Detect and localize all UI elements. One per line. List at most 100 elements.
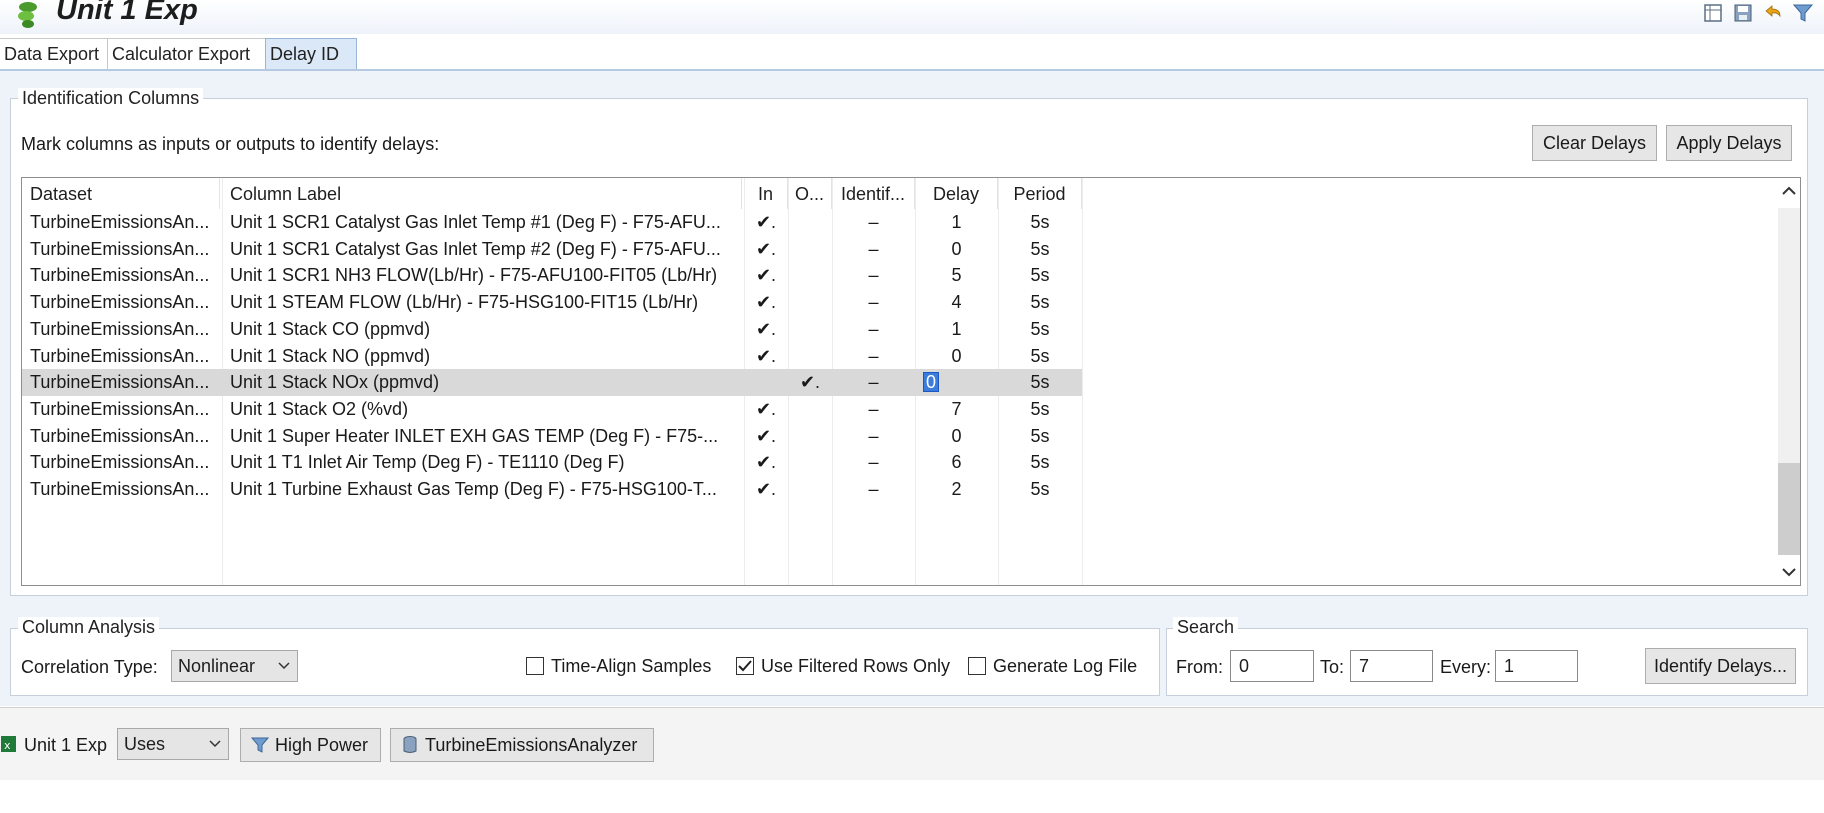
cell-identified: – bbox=[868, 318, 879, 339]
excel-icon: x bbox=[1, 736, 16, 752]
from-input[interactable]: 0 bbox=[1230, 650, 1314, 682]
workbook-label: Unit 1 Exp bbox=[24, 735, 108, 755]
table-row[interactable]: TurbineEmissionsAn... Unit 1 Super Heater… bbox=[22, 423, 1082, 450]
cell-delay[interactable]: 1 bbox=[915, 209, 998, 236]
tab-delay-id[interactable]: Delay ID bbox=[265, 38, 357, 70]
cell-column-label: Unit 1 STEAM FLOW (Lb/Hr) - F75-HSG100-F… bbox=[230, 292, 699, 313]
identify-delays-button[interactable]: Identify Delays... bbox=[1645, 648, 1796, 684]
every-label: Every: bbox=[1440, 657, 1492, 677]
cell-in[interactable]: ✔. bbox=[744, 396, 788, 423]
table-row[interactable]: TurbineEmissionsAn... Unit 1 SCR1 Catalys… bbox=[22, 209, 1082, 236]
cell-out[interactable] bbox=[788, 476, 832, 503]
header-identified[interactable]: Identif... bbox=[832, 178, 915, 209]
to-input[interactable]: 7 bbox=[1350, 650, 1433, 682]
chevron-up-icon[interactable] bbox=[1780, 184, 1798, 198]
time-align-checkbox[interactable] bbox=[526, 657, 544, 675]
header-out[interactable]: O... bbox=[788, 178, 832, 209]
cell-delay[interactable]: 0 bbox=[915, 343, 998, 370]
header-column-label[interactable]: Column Label bbox=[230, 178, 742, 209]
every-input[interactable]: 1 bbox=[1495, 650, 1578, 682]
header-period[interactable]: Period bbox=[998, 178, 1082, 209]
cell-identified: – bbox=[868, 372, 879, 393]
cell-delay[interactable]: 4 bbox=[915, 289, 998, 316]
cell-out[interactable] bbox=[788, 236, 832, 263]
cell-delay[interactable]: 5 bbox=[915, 262, 998, 289]
cell-in[interactable]: ✔. bbox=[744, 209, 788, 236]
clear-delays-button[interactable]: Clear Delays bbox=[1532, 125, 1657, 161]
apply-delays-button[interactable]: Apply Delays bbox=[1666, 125, 1792, 161]
cell-in[interactable]: ✔. bbox=[744, 476, 788, 503]
cell-identified: – bbox=[868, 345, 879, 366]
cell-out[interactable] bbox=[788, 316, 832, 343]
cell-delay[interactable]: 0 bbox=[915, 423, 998, 450]
cell-out[interactable]: ✔. bbox=[788, 369, 832, 396]
cell-out[interactable] bbox=[788, 289, 832, 316]
table-row[interactable]: TurbineEmissionsAn... Unit 1 SCR1 NH3 FLO… bbox=[22, 262, 1082, 289]
header-dataset[interactable]: Dataset bbox=[30, 178, 220, 209]
columns-icon[interactable] bbox=[1702, 2, 1724, 24]
cell-in[interactable] bbox=[744, 369, 788, 396]
cell-delay[interactable]: 6 bbox=[915, 449, 998, 476]
cell-out[interactable] bbox=[788, 343, 832, 370]
cell-out[interactable] bbox=[788, 262, 832, 289]
delay-columns-table[interactable]: Dataset Column Label In O... Identif... … bbox=[21, 177, 1801, 586]
header-in[interactable]: In bbox=[744, 178, 788, 209]
dataset-button[interactable]: TurbineEmissionsAnalyzer bbox=[390, 728, 654, 762]
svg-text:x: x bbox=[4, 739, 11, 752]
table-row[interactable]: TurbineEmissionsAn... Unit 1 STEAM FLOW (… bbox=[22, 289, 1082, 316]
tab-calculator-export[interactable]: Calculator Export bbox=[107, 38, 266, 70]
cell-dataset: TurbineEmissionsAn... bbox=[30, 425, 210, 446]
cell-in[interactable]: ✔. bbox=[744, 423, 788, 450]
cell-column-label: Unit 1 Stack O2 (%vd) bbox=[230, 398, 409, 419]
cell-in[interactable]: ✔. bbox=[744, 449, 788, 476]
correlation-type-label: Correlation Type: bbox=[21, 657, 158, 677]
cell-in[interactable]: ✔. bbox=[744, 262, 788, 289]
cell-delay[interactable]: 0 bbox=[915, 369, 998, 396]
vertical-scrollbar[interactable] bbox=[1772, 178, 1800, 585]
table-row[interactable]: TurbineEmissionsAn... Unit 1 Stack NOx (p… bbox=[22, 369, 1082, 397]
table-row[interactable]: TurbineEmissionsAn... Unit 1 T1 Inlet Air… bbox=[22, 449, 1082, 476]
cell-identified: – bbox=[868, 452, 879, 473]
uses-select[interactable]: Uses bbox=[117, 728, 229, 760]
generate-log-checkbox[interactable] bbox=[968, 657, 986, 675]
cell-out[interactable] bbox=[788, 209, 832, 236]
filter-icon[interactable] bbox=[1792, 2, 1814, 24]
cell-delay[interactable]: 7 bbox=[915, 396, 998, 423]
filtered-rows-checkbox[interactable] bbox=[736, 657, 754, 675]
cell-period: 5s bbox=[1030, 292, 1050, 313]
delay-edit-field[interactable]: 0 bbox=[923, 372, 940, 393]
cell-delay[interactable]: 2 bbox=[915, 476, 998, 503]
undo-icon[interactable] bbox=[1762, 2, 1784, 24]
high-power-filter-label: High Power bbox=[275, 735, 369, 755]
cell-identified: – bbox=[868, 292, 879, 313]
cell-column-label: Unit 1 SCR1 NH3 FLOW(Lb/Hr) - F75-AFU100… bbox=[230, 265, 718, 286]
correlation-type-select[interactable]: Nonlinear bbox=[171, 650, 298, 682]
cell-out[interactable] bbox=[788, 423, 832, 450]
cell-column-label: Unit 1 Stack NOx (ppmvd) bbox=[230, 372, 440, 393]
high-power-filter-button[interactable]: High Power bbox=[240, 728, 381, 762]
cell-period: 5s bbox=[1030, 479, 1050, 499]
scrollbar-thumb[interactable] bbox=[1778, 463, 1800, 555]
table-row[interactable]: TurbineEmissionsAn... Unit 1 Stack NO (pp… bbox=[22, 343, 1082, 370]
table-row[interactable]: TurbineEmissionsAn... Unit 1 Turbine Exha… bbox=[22, 476, 1082, 503]
table-row[interactable]: TurbineEmissionsAn... Unit 1 SCR1 Catalys… bbox=[22, 236, 1082, 263]
chevron-down-icon[interactable] bbox=[1780, 565, 1798, 579]
cell-in[interactable]: ✔. bbox=[744, 289, 788, 316]
save-icon[interactable] bbox=[1732, 2, 1754, 24]
cell-in[interactable]: ✔. bbox=[744, 316, 788, 343]
cell-column-label: Unit 1 SCR1 Catalyst Gas Inlet Temp #1 (… bbox=[230, 212, 721, 232]
table-row[interactable]: TurbineEmissionsAn... Unit 1 Stack O2 (%v… bbox=[22, 396, 1082, 423]
header-delay[interactable]: Delay bbox=[915, 178, 998, 209]
cell-in[interactable]: ✔. bbox=[744, 236, 788, 263]
scrollbar-track[interactable] bbox=[1778, 208, 1800, 463]
cell-column-label: Unit 1 T1 Inlet Air Temp (Deg F) - TE111… bbox=[230, 452, 625, 473]
cell-out[interactable] bbox=[788, 396, 832, 423]
identification-legend: Identification Columns bbox=[18, 88, 204, 109]
cell-dataset: TurbineEmissionsAn... bbox=[30, 398, 210, 419]
cell-out[interactable] bbox=[788, 449, 832, 476]
table-row[interactable]: TurbineEmissionsAn... Unit 1 Stack CO (pp… bbox=[22, 316, 1082, 343]
tab-data-export[interactable]: Data Export bbox=[0, 38, 109, 70]
cell-in[interactable]: ✔. bbox=[744, 343, 788, 370]
cell-delay[interactable]: 0 bbox=[915, 236, 998, 263]
cell-delay[interactable]: 1 bbox=[915, 316, 998, 343]
